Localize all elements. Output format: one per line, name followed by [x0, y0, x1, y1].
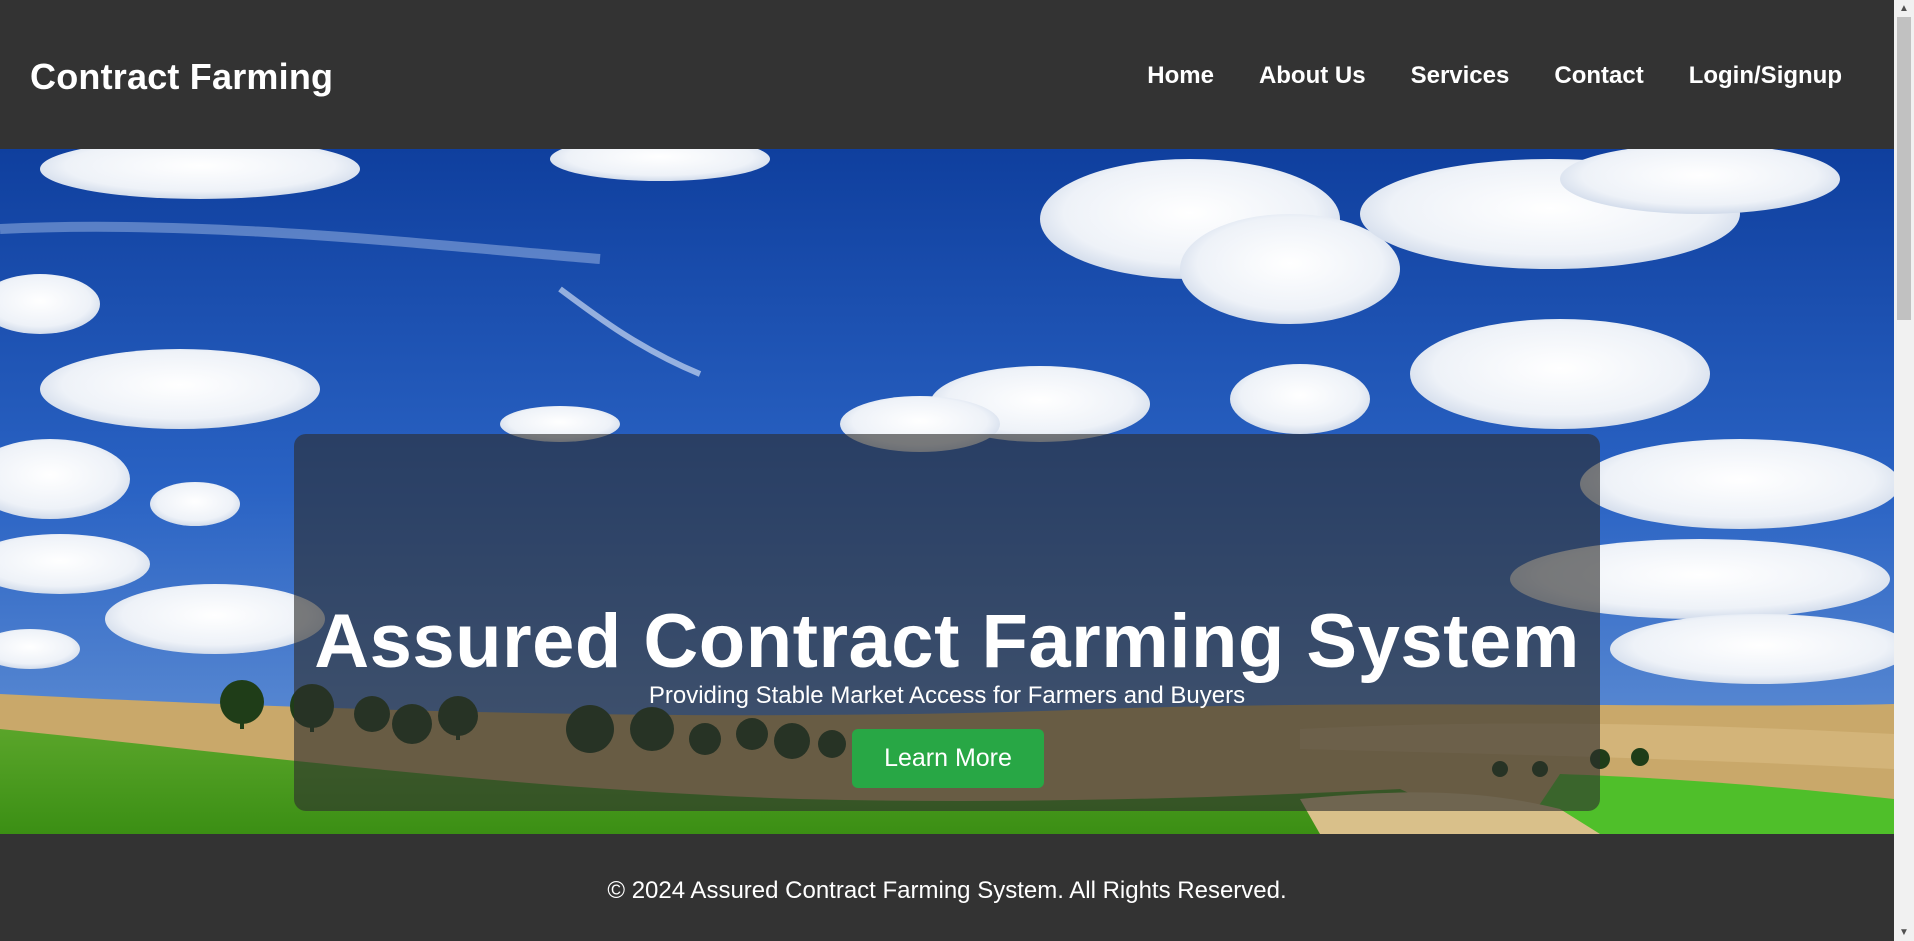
footer-copyright: © 2024 Assured Contract Farming System. … [607, 877, 1287, 904]
learn-more-button[interactable]: Learn More [852, 729, 1044, 788]
hero-title: Assured Contract Farming System [314, 598, 1580, 684]
page-scrollbar[interactable]: ▲ ▼ [1894, 0, 1914, 941]
page: Contract Farming Home About Us Services … [0, 0, 1894, 941]
scroll-down-arrow-icon[interactable]: ▼ [1894, 924, 1914, 941]
nav-about-us[interactable]: About Us [1259, 62, 1366, 90]
nav-home[interactable]: Home [1147, 62, 1214, 90]
hero-overlay-card: Assured Contract Farming System Providin… [294, 434, 1600, 811]
scrollbar-thumb[interactable] [1897, 17, 1911, 320]
site-brand[interactable]: Contract Farming [30, 56, 333, 98]
hero-subtitle: Providing Stable Market Access for Farme… [648, 682, 1246, 709]
nav-contact[interactable]: Contact [1554, 62, 1643, 90]
nav-services[interactable]: Services [1411, 62, 1510, 90]
site-header: Contract Farming Home About Us Services … [0, 2, 1894, 149]
nav-login-signup[interactable]: Login/Signup [1689, 62, 1842, 90]
site-footer: © 2024 Assured Contract Farming System. … [0, 834, 1894, 941]
hero-section: Assured Contract Farming System Providin… [0, 149, 1894, 834]
scroll-up-arrow-icon[interactable]: ▲ [1894, 0, 1914, 17]
main-nav: Home About Us Services Contact Login/Sig… [1147, 62, 1842, 90]
